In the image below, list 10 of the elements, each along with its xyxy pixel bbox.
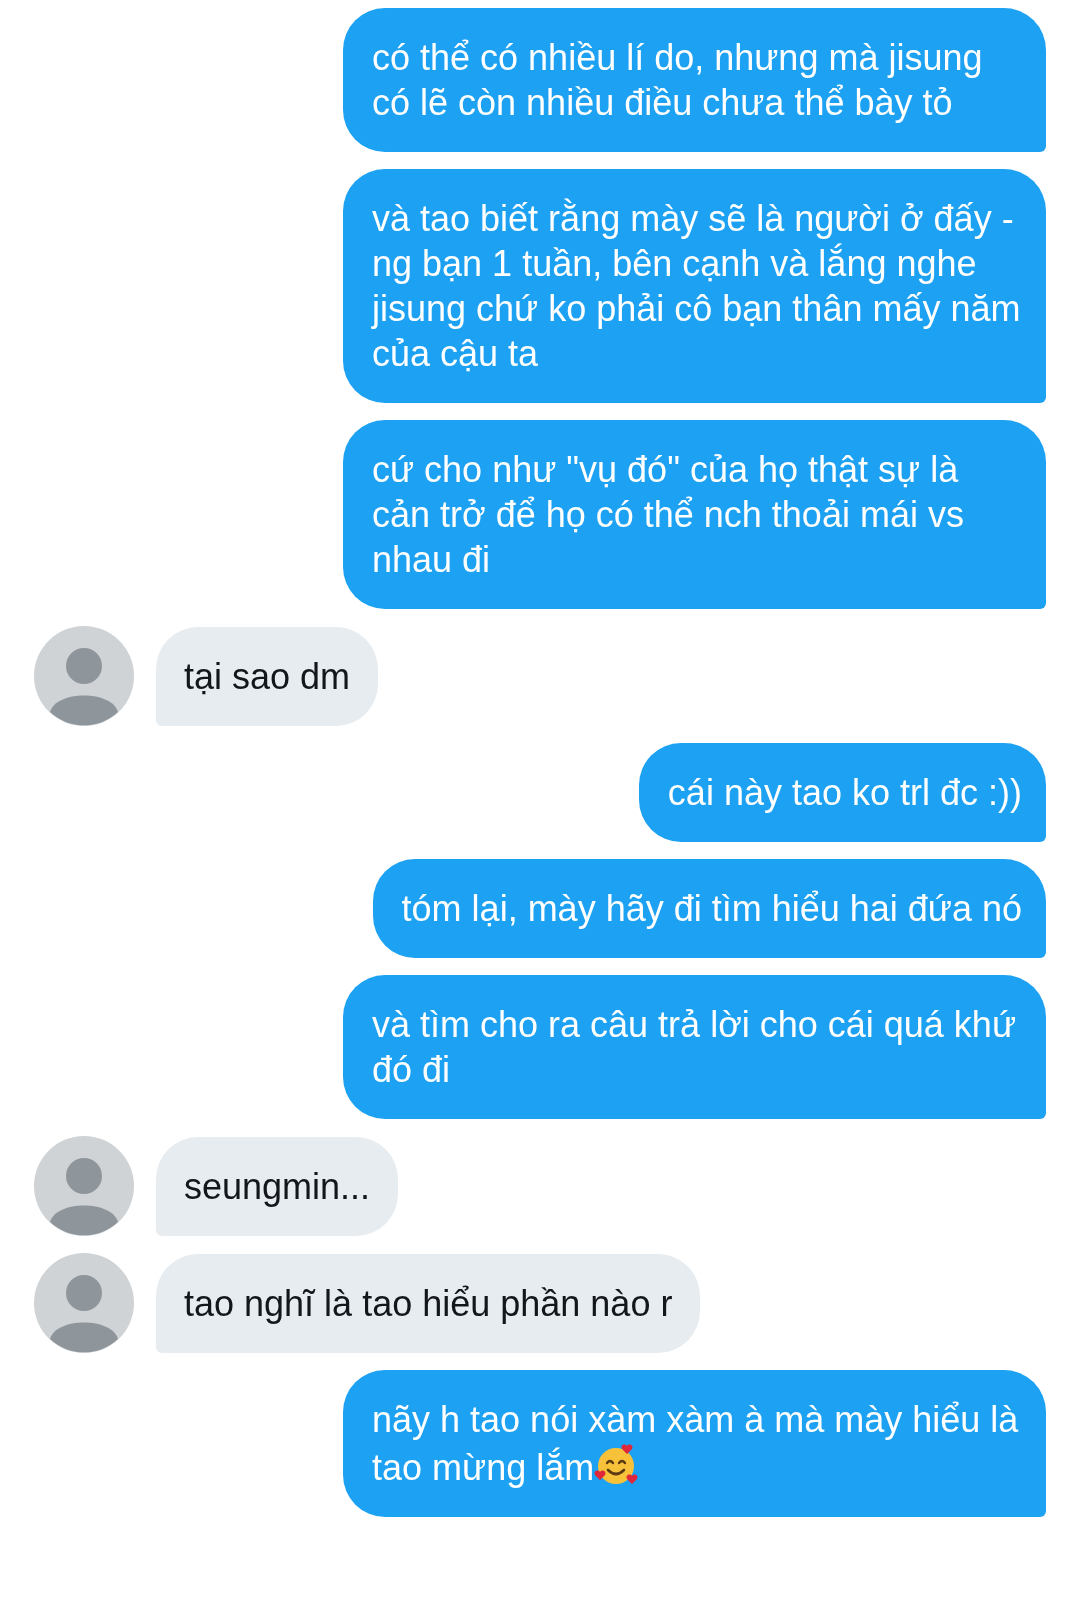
message-text: nãy h tao nói xàm xàm à mà mày hiểu là tao mừng lắm — [372, 1399, 1019, 1488]
message-text: tao nghĩ là tao hiểu phần nào r — [184, 1282, 673, 1324]
message-text: và tìm cho ra câu trả lời cho cái quá khứ đó đi — [372, 1004, 1016, 1090]
message-text: cứ cho như "vụ đó" của họ thật sự là cản trở để họ có thể nch thoải mái vs nhau đi — [372, 449, 964, 580]
message-text: cái này tao ko trl đc :)) — [667, 772, 1022, 813]
message-text: tóm lại, mày hãy đi tìm hiểu hai đứa nó — [401, 888, 1022, 929]
message-text: và tao biết rằng mày sẽ là người ở đấy - ng bạn 1 tuần, bên cạnh và lắng nghe jisung chứ ko phải cô bạn thân mấy năm của cậu ta — [372, 198, 1021, 374]
message-text: seungmin... — [184, 1165, 371, 1207]
message-text: tại sao dm — [184, 655, 351, 697]
message-text: có thể có nhiều lí do, nhưng mà jisung có lẽ còn nhiều điều chưa thể bày tỏ — [372, 37, 983, 123]
